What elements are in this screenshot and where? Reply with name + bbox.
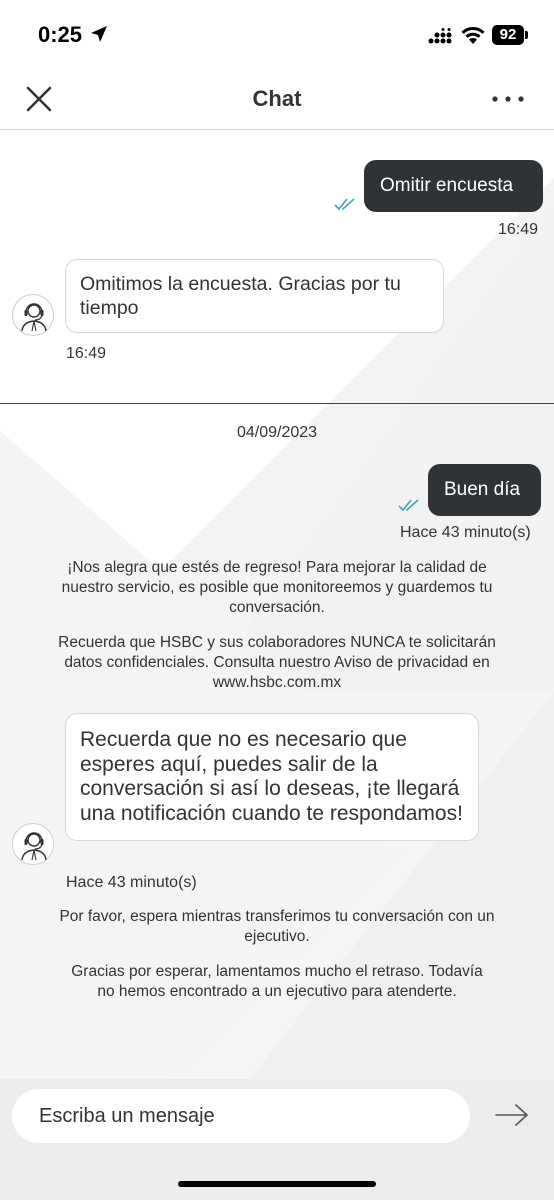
wifi-icon: [461, 27, 485, 44]
system-message: Recuerda que HSBC y sus colaboradores NU…: [58, 634, 496, 691]
user-message: Buen día: [428, 464, 541, 516]
bot-message: Recuerda que no es necesario que esperes…: [65, 713, 479, 841]
message-time: Hace 43 minuto(s): [66, 874, 197, 891]
date-separator: 04/09/2023: [236, 424, 318, 441]
bot-message: Omitimos la encuesta. Gracias por tu tie…: [65, 259, 444, 333]
chat-conversation[interactable]: Omitir encuesta 16:49 Omitimos la encues…: [0, 131, 554, 1079]
more-options-icon[interactable]: [490, 94, 526, 104]
cellular-signal-icon: [428, 28, 452, 44]
user-message: Omitir encuesta: [364, 160, 543, 212]
location-arrow-icon: [91, 26, 107, 42]
avatar: [12, 823, 54, 865]
double-check-icon: [398, 499, 419, 512]
message-time: 16:49: [498, 221, 539, 238]
divider: [0, 403, 554, 404]
headset-agent-icon: [21, 303, 47, 332]
system-message: ¡Nos alegra que estés de regreso! Para m…: [61, 559, 493, 616]
arrow-right-icon[interactable]: [494, 1103, 530, 1127]
double-check-icon: [334, 198, 355, 211]
avatar: [12, 294, 54, 336]
chat-header: Chat: [0, 70, 554, 130]
headset-agent-icon: [21, 832, 47, 861]
page-title: Chat: [252, 86, 302, 111]
home-indicator: [178, 1181, 376, 1187]
system-message: Gracias por esperar, lamentamos mucho el…: [71, 963, 483, 1000]
system-message: Por favor, espera mientras transferimos …: [59, 908, 495, 945]
message-time: Hace 43 minuto(s): [400, 524, 531, 541]
status-time: 0:25: [38, 22, 83, 47]
battery-tip: [525, 31, 528, 39]
status-bar: 0:25 92: [0, 0, 554, 70]
message-input[interactable]: [12, 1089, 470, 1143]
message-time: 16:49: [66, 345, 107, 362]
battery-indicator: 92: [492, 25, 524, 45]
